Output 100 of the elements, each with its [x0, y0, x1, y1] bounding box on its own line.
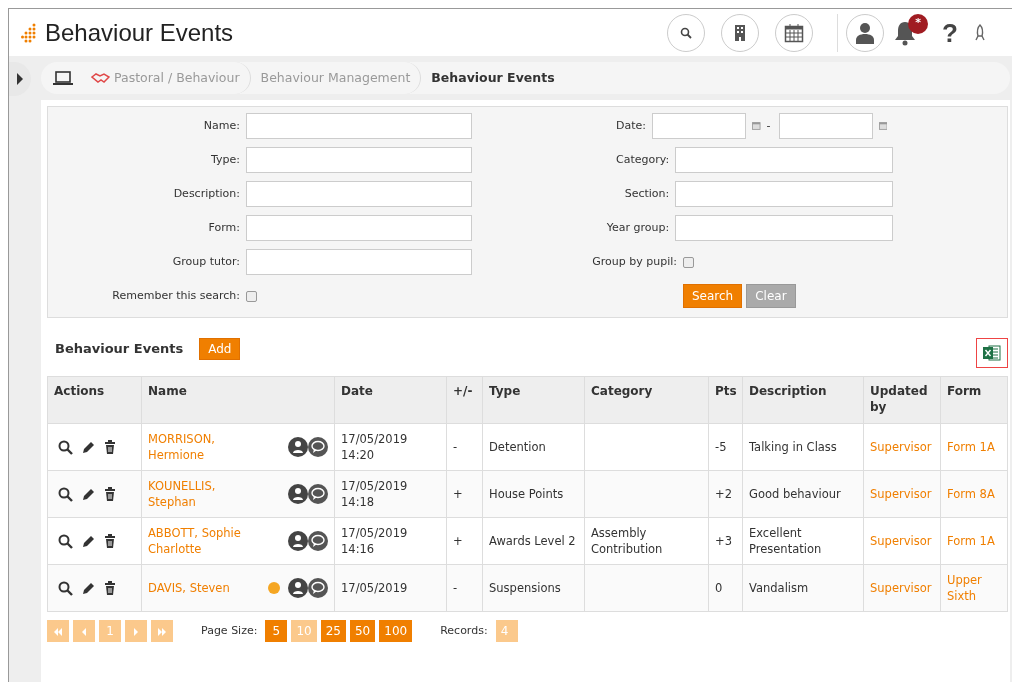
- date-text: 17/05/2019: [341, 580, 408, 595]
- date-text: 17/05/2019: [341, 525, 408, 540]
- input-field[interactable]: [246, 147, 472, 173]
- view-icon[interactable]: [58, 486, 73, 502]
- type-text: Suspensions: [489, 580, 561, 595]
- records-count: 4: [495, 620, 518, 642]
- laptop-icon[interactable]: [53, 70, 73, 86]
- building-icon[interactable]: [734, 23, 747, 42]
- time-text: 14:18: [341, 495, 375, 509]
- view-icon[interactable]: [58, 580, 73, 596]
- breadcrumb-link[interactable]: Pastoral / Behaviour: [114, 68, 240, 88]
- input-field[interactable]: [675, 147, 893, 173]
- field-label: Description:: [172, 185, 241, 202]
- user-button[interactable]: [846, 13, 885, 52]
- input-field[interactable]: [246, 215, 472, 241]
- view-icon[interactable]: [58, 439, 73, 455]
- page-size-label: Page Size:: [201, 622, 258, 639]
- trash-icon[interactable]: [103, 440, 117, 454]
- type-text: Detention: [489, 439, 546, 454]
- input-field[interactable]: [675, 181, 893, 207]
- calendar-icon[interactable]: [784, 22, 805, 43]
- date-text: 17/05/2019: [341, 478, 408, 493]
- input-field[interactable]: [246, 181, 472, 207]
- page-size-button[interactable]: 25: [320, 620, 346, 642]
- pencil-icon[interactable]: [81, 581, 95, 595]
- sign-text: -: [453, 580, 458, 595]
- section-title: Behaviour Events: [55, 340, 184, 359]
- person-icon[interactable]: [288, 484, 308, 504]
- description-text: Excellent Presentation: [749, 525, 822, 556]
- speech-bubble-icon[interactable]: [308, 484, 328, 504]
- sign-text: +: [453, 486, 463, 501]
- field-label: Type:: [210, 151, 241, 168]
- checkbox[interactable]: [683, 256, 694, 268]
- field-label: Form:: [207, 219, 241, 236]
- person-icon[interactable]: [288, 437, 308, 457]
- sign-text: -: [453, 439, 458, 454]
- points-text: 0: [715, 580, 723, 595]
- calendar-button[interactable]: [775, 13, 814, 52]
- points-text: +3: [715, 533, 732, 548]
- column-header: Actions: [54, 384, 105, 398]
- field-label: Year group:: [605, 219, 671, 236]
- page-size-button[interactable]: 50: [350, 620, 376, 642]
- speech-bubble-icon[interactable]: [308, 437, 328, 457]
- spreadsheet-export-icon[interactable]: [976, 338, 1008, 368]
- column-header: Type: [489, 384, 521, 398]
- logo-icon: [21, 22, 37, 43]
- range-separator: -: [766, 117, 771, 134]
- field-label: Section:: [623, 185, 671, 202]
- page-size-button[interactable]: 10: [291, 620, 317, 642]
- category-text: Assembly Contribution: [591, 525, 663, 556]
- add-button[interactable]: Add: [199, 338, 241, 360]
- input-field[interactable]: [246, 113, 472, 139]
- checkbox[interactable]: [246, 290, 257, 302]
- view-icon[interactable]: [58, 533, 73, 549]
- time-text: 14:16: [341, 542, 375, 556]
- help-icon[interactable]: ?: [942, 19, 958, 46]
- user-icon[interactable]: [855, 21, 876, 44]
- field-label: Category:: [615, 151, 671, 168]
- description-text: Good behaviour: [749, 486, 841, 501]
- notification-badge: *: [908, 13, 929, 34]
- person-icon[interactable]: [288, 531, 308, 551]
- page-size-button[interactable]: 100: [379, 620, 413, 642]
- speech-bubble-icon[interactable]: [308, 531, 328, 551]
- pencil-icon[interactable]: [81, 534, 95, 548]
- speech-bubble-icon[interactable]: [308, 578, 328, 598]
- page-size-button[interactable]: 5: [265, 620, 288, 642]
- field-label: Group tutor:: [171, 253, 241, 270]
- input-field[interactable]: [675, 215, 893, 241]
- date-field[interactable]: [652, 113, 747, 139]
- type-text: Awards Level 2: [489, 533, 576, 548]
- breadcrumb-current[interactable]: Behaviour Events: [421, 62, 565, 94]
- column-header: Form: [947, 384, 982, 398]
- trash-icon[interactable]: [103, 581, 117, 595]
- search-icon[interactable]: [680, 26, 693, 39]
- breadcrumb-link[interactable]: Behaviour Management: [250, 62, 422, 94]
- handshake-icon[interactable]: [91, 72, 110, 84]
- page-button[interactable]: 1: [99, 620, 121, 642]
- sign-text: +: [453, 533, 463, 548]
- field-label: Date:: [615, 117, 648, 134]
- pupil-link[interactable]: DAVIS, Steven: [148, 579, 230, 597]
- search-button[interactable]: Search: [683, 284, 743, 308]
- trash-icon[interactable]: [103, 487, 117, 501]
- rocket-icon[interactable]: [974, 23, 986, 42]
- records-label: Records:: [440, 622, 488, 639]
- building-button[interactable]: [721, 13, 760, 52]
- column-header: Date: [341, 384, 373, 398]
- date-field[interactable]: [778, 113, 873, 139]
- sidebar-toggle[interactable]: [9, 62, 31, 96]
- right-arrow-icon[interactable]: [16, 73, 24, 85]
- trash-icon[interactable]: [103, 534, 117, 548]
- column-header: Category: [591, 384, 653, 398]
- search-button[interactable]: [667, 13, 706, 52]
- type-text: House Points: [489, 486, 564, 501]
- pencil-icon[interactable]: [81, 487, 95, 501]
- page-title: Behaviour Events: [45, 17, 234, 48]
- person-icon[interactable]: [288, 578, 308, 598]
- description-text: Talking in Class: [749, 439, 837, 454]
- field-label: Group by pupil:: [591, 253, 678, 270]
- input-field[interactable]: [246, 249, 472, 275]
- pencil-icon[interactable]: [81, 440, 95, 454]
